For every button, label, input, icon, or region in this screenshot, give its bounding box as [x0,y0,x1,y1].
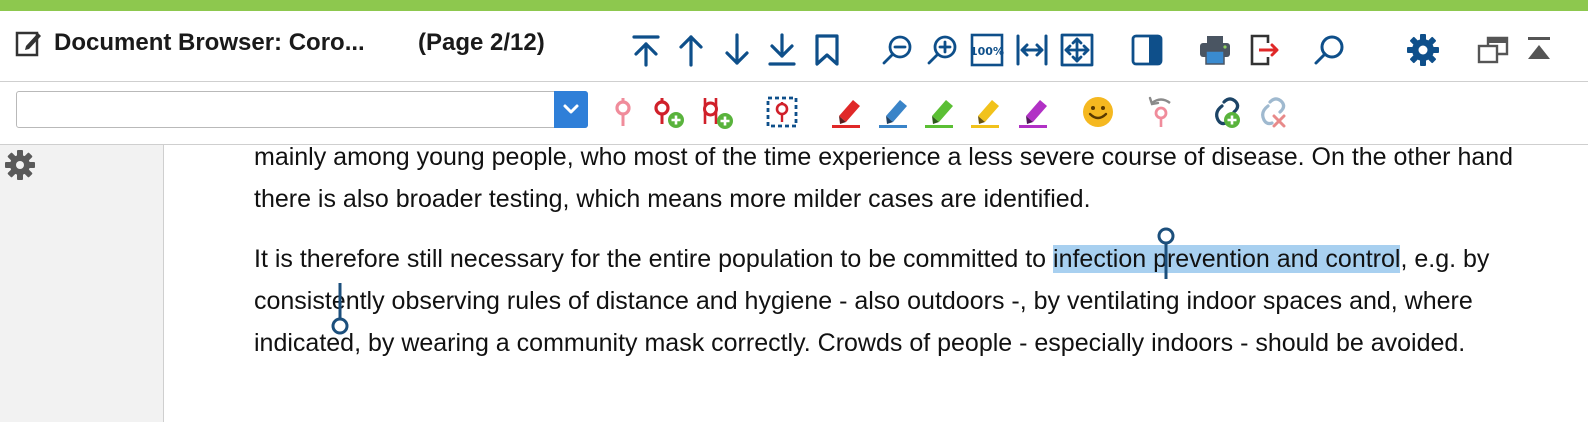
code-margin-panel [0,145,164,422]
code-combo-box[interactable] [16,91,588,128]
go-last-page-icon[interactable] [765,33,799,67]
zoom-in-icon[interactable] [925,33,959,67]
window-title: Document Browser: Coro... [54,29,365,56]
paragraph-1: mainly among young people, who most of t… [254,145,1514,213]
remove-link-icon[interactable] [1254,94,1290,130]
go-first-page-icon[interactable] [629,33,663,67]
emoticon-icon[interactable] [1080,94,1116,130]
zoom-out-icon[interactable] [880,33,914,67]
sidebar-toggle-icon[interactable] [1130,33,1164,67]
search-icon[interactable] [1312,33,1346,67]
highlight-purple-icon[interactable] [1016,94,1052,130]
highlight-blue-icon[interactable] [876,94,912,130]
fit-page-icon[interactable] [1060,33,1094,67]
export-icon[interactable] [1248,33,1282,67]
edit-icon[interactable] [14,28,44,58]
gear-icon[interactable] [2,147,38,183]
app-accent-bar [0,0,1588,11]
selected-text[interactable]: infection prevention and control [1053,245,1401,273]
chevron-down-icon [563,104,579,114]
code-with-new-code-icon[interactable] [698,94,734,130]
code-icon[interactable] [605,94,641,130]
header-toolbar: Document Browser: Coro... (Page 2/12) 10… [0,11,1588,82]
page-indicator: (Page 2/12) [418,29,545,56]
paragraph-2-text-before: It is therefore still necessary for the … [254,245,1054,273]
selection-start-handle[interactable] [1156,227,1176,279]
settings-icon[interactable] [1406,33,1440,67]
previous-page-icon[interactable] [674,33,708,67]
highlight-red-icon[interactable] [829,94,865,130]
bookmark-icon[interactable] [810,33,844,67]
svg-text:100%: 100% [970,45,1004,58]
document-view[interactable]: mainly among young people, who most of t… [164,145,1588,422]
code-toolbar [0,82,1588,145]
highlight-green-icon[interactable] [922,94,958,130]
collapse-icon[interactable] [1522,33,1556,67]
undo-code-icon[interactable] [1144,94,1180,130]
zoom-100-icon[interactable]: 100% [970,33,1004,67]
paragraph-2: It is therefore still necessary for the … [254,238,1514,364]
print-icon[interactable] [1198,33,1232,67]
selection-end-handle[interactable] [330,283,350,335]
highlight-yellow-icon[interactable] [968,94,1004,130]
combo-dropdown-button[interactable] [554,91,588,128]
fit-width-icon[interactable] [1015,33,1049,67]
next-page-icon[interactable] [720,33,754,67]
add-link-icon[interactable] [1208,94,1244,130]
select-area-icon[interactable] [764,94,800,130]
code-combo-input[interactable] [17,92,553,127]
undock-window-icon[interactable] [1476,33,1510,67]
new-code-icon[interactable] [650,94,686,130]
